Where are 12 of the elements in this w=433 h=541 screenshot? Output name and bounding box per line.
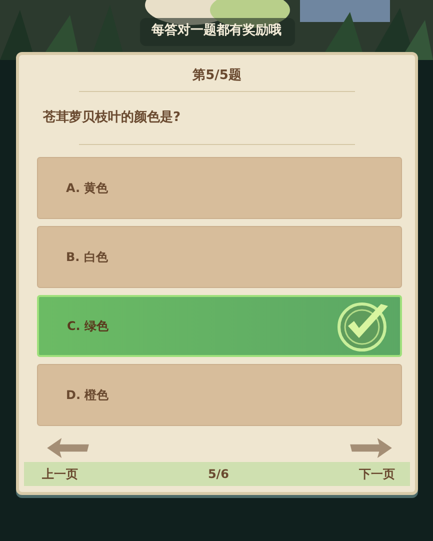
left-arrow-icon[interactable]: [46, 438, 90, 458]
question-number: 第5/5题: [192, 67, 242, 85]
page-indicator: 5/6: [208, 467, 230, 481]
answer-option[interactable]: D. 橙色: [37, 364, 402, 426]
answer-option[interactable]: C. 绿色: [37, 295, 402, 357]
previous-page-button[interactable]: 上一页: [42, 466, 78, 482]
next-page-button[interactable]: 下一页: [359, 466, 395, 482]
right-arrow-icon[interactable]: [349, 438, 393, 458]
banner-text: 每答对一题都有奖励哦: [150, 22, 282, 39]
answer-option[interactable]: A. 黄色: [37, 157, 402, 219]
question-text: 苍茸萝贝枝叶的颜色是?: [42, 108, 182, 127]
answer-option[interactable]: B. 白色: [37, 226, 402, 288]
